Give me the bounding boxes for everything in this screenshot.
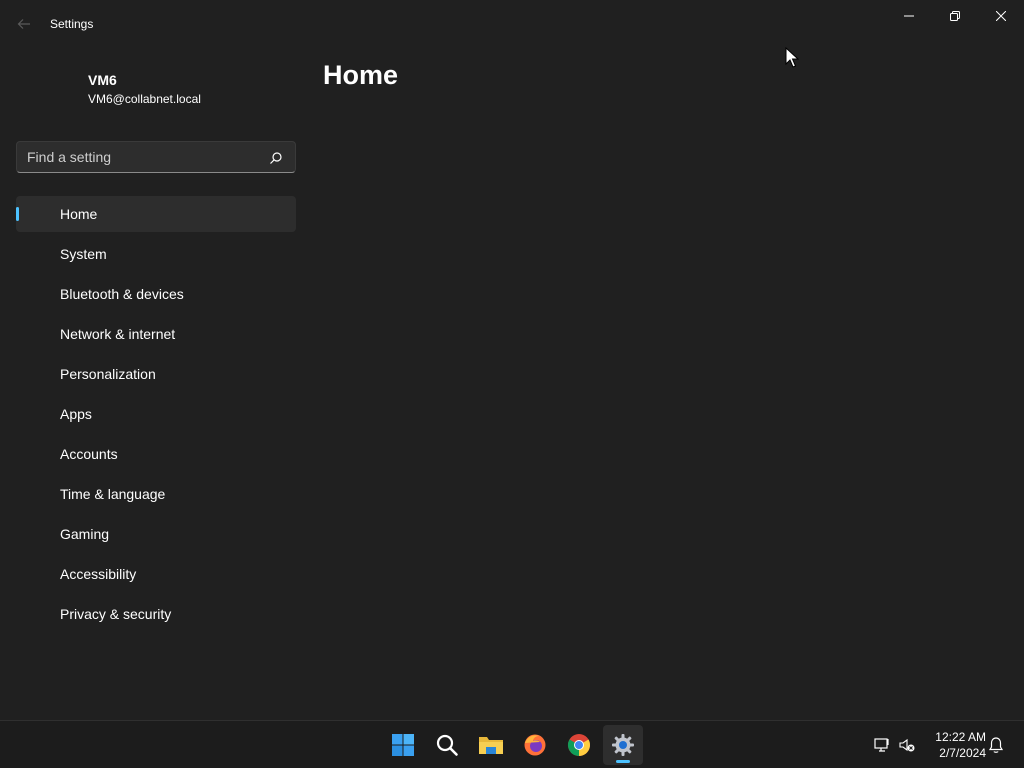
- search-icon: [436, 734, 458, 756]
- volume-tray-button[interactable]: [897, 735, 917, 755]
- page-title: Home: [323, 60, 399, 90]
- clock-date: 2/7/2024: [939, 746, 986, 760]
- search-icon[interactable]: [269, 151, 283, 165]
- taskbar: 12:22 AM 2/7/2024: [0, 720, 1024, 768]
- search-input[interactable]: [27, 142, 267, 172]
- sidebar-item-gaming[interactable]: Gaming: [16, 516, 296, 552]
- settings-icon: [612, 734, 634, 756]
- sidebar-item-network-internet[interactable]: Network & internet: [16, 316, 296, 352]
- sidebar-item-label: Time & language: [60, 486, 166, 502]
- sidebar-item-label: Bluetooth & devices: [60, 286, 184, 302]
- title-bar: Settings: [0, 0, 1024, 48]
- notifications-button[interactable]: [986, 735, 1006, 755]
- network-icon: [874, 738, 889, 752]
- sidebar-item-accessibility[interactable]: Accessibility: [16, 556, 296, 592]
- close-icon: [996, 11, 1006, 21]
- sidebar-item-label: System: [60, 246, 107, 262]
- active-app-indicator: [616, 760, 630, 763]
- file-explorer-icon: [479, 737, 503, 754]
- minimize-icon: [904, 15, 914, 17]
- sidebar-item-label: Personalization: [60, 366, 156, 382]
- app-title: Settings: [50, 17, 94, 31]
- sidebar-item-label: Network & internet: [60, 326, 176, 342]
- back-button[interactable]: [10, 10, 38, 38]
- sidebar-item-accounts[interactable]: Accounts: [16, 436, 296, 472]
- sidebar-item-home[interactable]: Home: [16, 196, 296, 232]
- user-profile[interactable]: VM6 VM6@collabnet.local: [16, 60, 296, 116]
- close-button[interactable]: [978, 0, 1024, 32]
- firefox-icon: [524, 734, 546, 756]
- mouse-cursor-icon: [785, 47, 799, 68]
- taskbar-search-button[interactable]: [427, 725, 467, 765]
- avatar: [16, 60, 76, 120]
- sidebar-item-label: Privacy & security: [60, 606, 172, 622]
- sidebar-item-time-language[interactable]: Time & language: [16, 476, 296, 512]
- network-tray-button[interactable]: [872, 735, 892, 755]
- sidebar-item-label: Apps: [60, 406, 92, 422]
- settings-taskbar-button[interactable]: [603, 725, 643, 765]
- chrome-button[interactable]: [559, 725, 599, 765]
- sidebar-item-label: Home: [60, 206, 98, 222]
- bell-icon: [988, 737, 1004, 753]
- sidebar-item-label: Accounts: [60, 446, 118, 462]
- chrome-icon: [568, 734, 590, 756]
- restore-button[interactable]: [932, 0, 978, 32]
- user-name: VM6: [88, 72, 117, 88]
- sidebar-item-bluetooth-devices[interactable]: Bluetooth & devices: [16, 276, 296, 312]
- back-arrow-icon: [17, 19, 30, 29]
- start-button[interactable]: [383, 725, 423, 765]
- sidebar-item-apps[interactable]: Apps: [16, 396, 296, 432]
- clock-time: 12:22 AM: [935, 730, 986, 744]
- volume-muted-icon: [899, 738, 915, 752]
- taskbar-clock[interactable]: 12:22 AM 2/7/2024: [926, 729, 986, 761]
- sidebar-item-personalization[interactable]: Personalization: [16, 356, 296, 392]
- search-box[interactable]: [16, 141, 296, 173]
- minimize-button[interactable]: [886, 0, 932, 32]
- start-icon: [392, 734, 414, 756]
- sidebar-item-label: Accessibility: [60, 566, 137, 582]
- sidebar-item-system[interactable]: System: [16, 236, 296, 272]
- file-explorer-button[interactable]: [471, 725, 511, 765]
- user-email: VM6@collabnet.local: [88, 92, 201, 106]
- firefox-button[interactable]: [515, 725, 555, 765]
- sidebar-item-privacy-security[interactable]: Privacy & security: [16, 596, 296, 632]
- sidebar-nav: Home System Bluetooth & devices Network …: [16, 196, 296, 636]
- sidebar-item-label: Gaming: [60, 526, 110, 542]
- restore-icon: [950, 11, 960, 21]
